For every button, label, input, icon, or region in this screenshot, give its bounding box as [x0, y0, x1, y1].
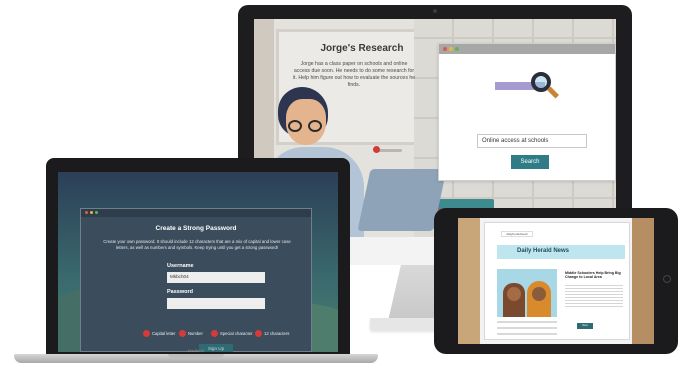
- character-face: [532, 287, 546, 301]
- status-dot-icon: [211, 330, 218, 337]
- maximize-dot-icon[interactable]: [95, 211, 98, 214]
- password-field[interactable]: [167, 298, 265, 309]
- search-input[interactable]: Online access at schools: [477, 134, 587, 148]
- story-body: [565, 285, 623, 307]
- camera-icon: [433, 9, 437, 13]
- macbook-screen: Create a Strong Password Create your own…: [58, 172, 338, 352]
- page-title: Jorge's Research: [320, 43, 404, 54]
- glasses-icon: [288, 120, 302, 132]
- ipad-screen: dailyheraldnews Daily Herald News Middle…: [458, 218, 654, 344]
- story-image: [497, 269, 557, 317]
- window-titlebar: [81, 209, 311, 217]
- news-title: Daily Herald News: [517, 248, 570, 254]
- character-face: [507, 287, 521, 301]
- password-description: Create your own password. It should incl…: [103, 239, 291, 250]
- requirement-label: Number: [188, 331, 203, 336]
- magnifier-handle: [546, 86, 560, 99]
- scene-wall-left: [458, 218, 480, 344]
- search-button[interactable]: Search: [511, 155, 549, 169]
- password-panel: Create a Strong Password Create your own…: [80, 208, 312, 352]
- search-window: Online access at schools Search: [438, 43, 616, 181]
- device-mockup-stage: Jorge's Research Jorge has a class paper…: [0, 0, 683, 368]
- status-dot-icon: [143, 330, 150, 337]
- status-dot-icon: [255, 330, 262, 337]
- requirement-label: Special character: [220, 331, 253, 336]
- close-dot-icon[interactable]: [443, 47, 447, 51]
- page-description: Jorge has a class paper on schools and o…: [292, 61, 416, 88]
- requirement-label: 12 characters: [264, 331, 290, 336]
- slider-knob[interactable]: [373, 146, 380, 153]
- news-header: Daily Herald News: [497, 245, 625, 259]
- password-requirements: Capital letter Number Special character …: [143, 330, 313, 338]
- news-page: dailyheraldnews Daily Herald News Middle…: [484, 222, 630, 340]
- browser-tab[interactable]: dailyheraldnews: [501, 231, 533, 237]
- caption-lines: [497, 321, 557, 335]
- password-label: Password: [167, 289, 193, 295]
- window-titlebar: [439, 44, 615, 54]
- requirement-item: Special character: [211, 330, 252, 337]
- home-button-icon[interactable]: [663, 275, 671, 283]
- requirement-item: 12 characters: [255, 330, 289, 337]
- requirement-item: Number: [179, 330, 203, 337]
- glasses-icon: [308, 120, 322, 132]
- password-title: Create a Strong Password: [155, 225, 237, 232]
- username-field[interactable]: Mkbch04: [167, 272, 265, 283]
- minimize-dot-icon[interactable]: [90, 211, 93, 214]
- requirement-item: Capital letter: [143, 330, 176, 337]
- status-dot-icon: [179, 330, 186, 337]
- macbook-brand: MacBook: [187, 348, 205, 353]
- requirement-label: Capital letter: [152, 331, 176, 336]
- story-headline: Middle Schoolers Help Bring Big Change t…: [565, 271, 621, 280]
- next-button[interactable]: Next: [577, 323, 593, 329]
- close-dot-icon[interactable]: [85, 211, 88, 214]
- minimize-dot-icon[interactable]: [449, 47, 453, 51]
- scene-wall-right: [632, 218, 654, 344]
- macbook-notch: [168, 354, 224, 358]
- maximize-dot-icon[interactable]: [455, 47, 459, 51]
- username-label: Username: [167, 263, 194, 269]
